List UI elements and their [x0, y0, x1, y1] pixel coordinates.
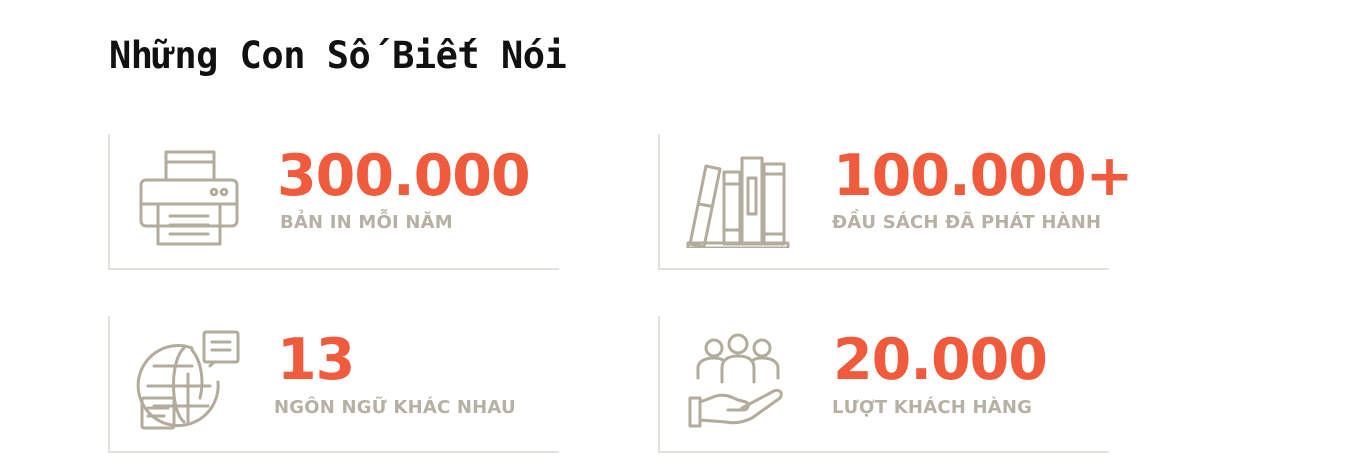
stat-card-languages: 13 NGÔN NGỮ KHÁC NHAU — [108, 316, 559, 453]
stat-label: LƯỢT KHÁCH HÀNG — [832, 397, 1033, 418]
stat-card-titles: 100.000+ ĐẦU SÁCH ĐÃ PHÁT HÀNH — [658, 134, 1133, 270]
stat-value: 300.000 — [277, 143, 531, 209]
globe-chat-icon — [136, 326, 240, 430]
printer-icon — [136, 144, 240, 248]
stat-card-prints: 300.000 BẢN IN MỖI NĂM — [108, 134, 559, 270]
books-icon — [686, 144, 790, 248]
stat-value: 100.000+ — [833, 143, 1133, 209]
customers-hand-icon — [686, 326, 790, 430]
stat-value: 13 — [277, 327, 355, 393]
stat-label: ĐẦU SÁCH ĐÃ PHÁT HÀNH — [832, 212, 1102, 233]
stat-label: BẢN IN MỖI NĂM — [280, 212, 453, 233]
stat-label: NGÔN NGỮ KHÁC NHAU — [274, 397, 516, 418]
stat-value: 20.000 — [833, 327, 1048, 393]
stat-card-customers: 20.000 LƯỢT KHÁCH HÀNG — [658, 316, 1109, 453]
section-title: Những Con Số Biết Nói — [109, 34, 567, 77]
